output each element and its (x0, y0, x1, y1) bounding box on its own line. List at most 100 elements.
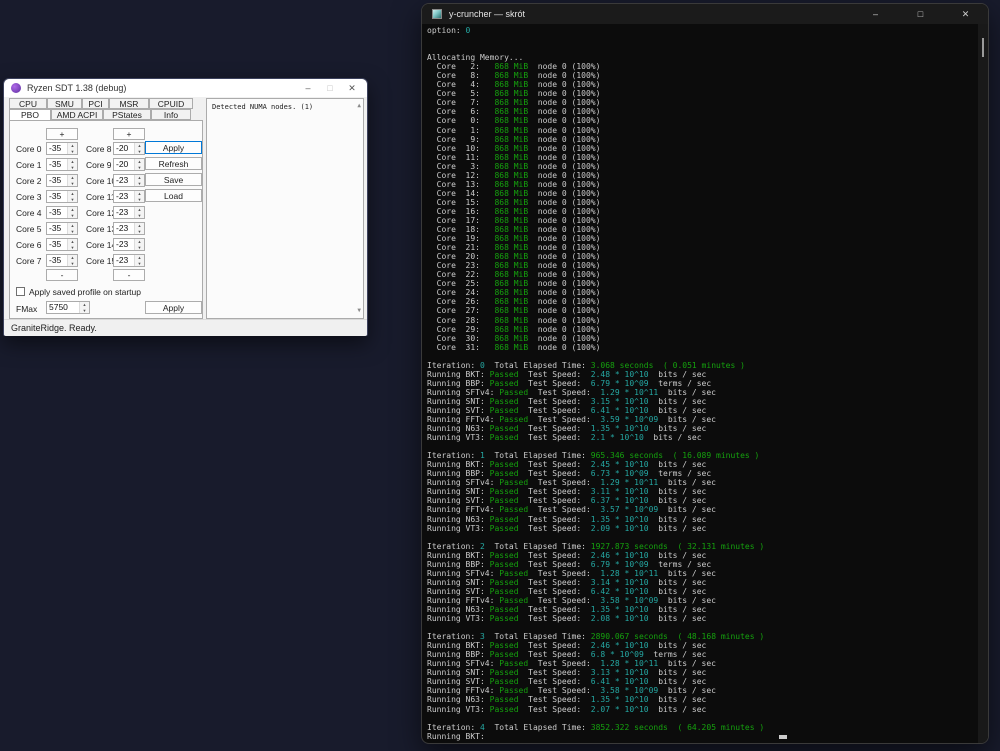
console-line: Core 12: 868 MiB node 0 (100%) (427, 170, 601, 180)
tab-smu[interactable]: SMU (47, 98, 82, 109)
spinner-down-icon[interactable]: ▼ (68, 148, 77, 154)
terminal-scrollbar-thumb[interactable] (982, 38, 984, 57)
ryzen-window-controls: – □ ✕ (297, 79, 363, 97)
tab-cpu[interactable]: CPU (9, 98, 47, 109)
minimize-icon[interactable]: – (297, 79, 319, 97)
fmax-spinner-value[interactable]: 5750 (47, 302, 79, 313)
tab-msr[interactable]: MSR (109, 98, 149, 109)
spinner-down-icon[interactable]: ▼ (68, 196, 77, 202)
core-13-offset-spinner-value[interactable]: -23 (114, 223, 134, 234)
core-3-offset-spinner-value[interactable]: -35 (47, 191, 67, 202)
console-line: Running FFTv4: Passed Test Speed: 3.57 *… (427, 505, 716, 515)
tab-cpuid[interactable]: CPUID (149, 98, 193, 109)
close-icon[interactable]: ✕ (341, 79, 363, 97)
core-label: Core 13 (86, 224, 117, 234)
console-line: Running FFTv4: Passed Test Speed: 3.59 *… (427, 415, 716, 425)
tab-info[interactable]: Info (151, 109, 191, 120)
core-2-offset-spinner: -35 ▲ ▼ (46, 174, 78, 187)
decrement-all-left-button[interactable]: - (46, 269, 78, 281)
core-4-offset-spinner-value[interactable]: -35 (47, 207, 67, 218)
core-8-offset-spinner-value[interactable]: -20 (114, 143, 134, 154)
spinner-down-icon[interactable]: ▼ (135, 164, 144, 170)
spinner-down-icon[interactable]: ▼ (135, 260, 144, 266)
decrement-all-right-button[interactable]: - (113, 269, 145, 281)
numa-log-panel[interactable]: Detected NUMA nodes. (1) ▲ ▼ (206, 98, 364, 319)
spinner-down-icon[interactable]: ▼ (135, 148, 144, 154)
spinner-down-icon[interactable]: ▼ (135, 212, 144, 218)
core-6-offset-spinner: -35 ▲ ▼ (46, 238, 78, 251)
terminal-titlebar[interactable]: y-cruncher — skrót – □ ✕ (422, 4, 988, 24)
spinner-down-icon[interactable]: ▼ (135, 180, 144, 186)
console-line: Core 19: 868 MiB node 0 (100%) (427, 234, 601, 244)
fmax-label: FMax (16, 304, 38, 314)
console-line: Core 15: 868 MiB node 0 (100%) (427, 197, 601, 207)
spinner-down-icon[interactable]: ▼ (80, 307, 89, 313)
scroll-up-icon[interactable]: ▲ (357, 103, 361, 109)
tab-pstates[interactable]: PStates (103, 109, 151, 120)
fmax-apply-button[interactable]: Apply (145, 301, 202, 314)
increment-all-left-button[interactable]: + (46, 128, 78, 140)
spinner-down-icon[interactable]: ▼ (68, 212, 77, 218)
core-8-offset-spinner: -20 ▲ ▼ (113, 142, 145, 155)
spinner-down-icon[interactable]: ▼ (68, 228, 77, 234)
terminal-window: y-cruncher — skrót – □ ✕ option: 0 Alloca… (421, 3, 989, 744)
core-label: Core 6 (16, 240, 42, 250)
console-line: Iteration: 1 Total Elapsed Time: 965.346… (427, 451, 760, 461)
terminal-body[interactable]: option: 0 Allocating Memory... Core 2: 86… (427, 26, 976, 741)
core-15-offset-spinner-value[interactable]: -23 (114, 255, 134, 266)
scroll-down-icon[interactable]: ▼ (357, 308, 361, 314)
console-line: Running BBP: Passed Test Speed: 6.8 * 10… (427, 650, 707, 660)
status-bar: GraniteRidge. Ready. (4, 319, 367, 336)
spinner-down-icon[interactable]: ▼ (135, 244, 144, 250)
core-11-offset-spinner-value[interactable]: -23 (114, 191, 134, 202)
console-line: Core 27: 868 MiB node 0 (100%) (427, 306, 601, 316)
core-14-offset-spinner-value[interactable]: -23 (114, 239, 134, 250)
spinner-down-icon[interactable]: ▼ (135, 196, 144, 202)
core-0-offset-spinner-value[interactable]: -35 (47, 143, 67, 154)
maximize-icon[interactable]: □ (898, 4, 943, 24)
console-line: Core 28: 868 MiB node 0 (100%) (427, 315, 601, 325)
tab-pci[interactable]: PCI (82, 98, 109, 109)
console-line: Core 25: 868 MiB node 0 (100%) (427, 279, 601, 289)
core-label: Core 11 (86, 192, 116, 202)
core-9-offset-spinner-value[interactable]: -20 (114, 159, 134, 170)
core-14-offset-spinner: -23 ▲ ▼ (113, 238, 145, 251)
close-icon[interactable]: ✕ (943, 4, 988, 24)
core-10-offset-spinner: -23 ▲ ▼ (113, 174, 145, 187)
spinner-down-icon[interactable]: ▼ (68, 244, 77, 250)
core-5-offset-spinner-value[interactable]: -35 (47, 223, 67, 234)
save-button[interactable]: Save (145, 173, 202, 186)
spinner-down-icon[interactable]: ▼ (68, 180, 77, 186)
console-line: Core 14: 868 MiB node 0 (100%) (427, 188, 601, 198)
terminal-scrollbar[interactable] (978, 24, 988, 743)
console-line: Running BKT: Passed Test Speed: 2.48 * 1… (427, 369, 707, 379)
spinner-down-icon[interactable]: ▼ (68, 164, 77, 170)
spinner-down-icon[interactable]: ▼ (68, 260, 77, 266)
console-line: Core 13: 868 MiB node 0 (100%) (427, 179, 601, 189)
ryzen-titlebar[interactable]: Ryzen SDT 1.38 (debug) – □ ✕ (4, 79, 367, 97)
load-button[interactable]: Load (145, 189, 202, 202)
minimize-icon[interactable]: – (853, 4, 898, 24)
core-12-offset-spinner-value[interactable]: -23 (114, 207, 134, 218)
core-7-offset-spinner: -35 ▲ ▼ (46, 254, 78, 267)
startup-checkbox[interactable] (16, 287, 25, 296)
console-line: option: 0 (427, 26, 471, 35)
apply-button[interactable]: Apply (145, 141, 202, 154)
core-10-offset-spinner-value[interactable]: -23 (114, 175, 134, 186)
core-label: Core 3 (16, 192, 42, 202)
core-1-offset-spinner-value[interactable]: -35 (47, 159, 67, 170)
increment-all-right-button[interactable]: + (113, 128, 145, 140)
core-7-offset-spinner-value[interactable]: -35 (47, 255, 67, 266)
tab-amd-acpi[interactable]: AMD ACPI (51, 109, 103, 120)
core-2-offset-spinner-value[interactable]: -35 (47, 175, 67, 186)
core-6-offset-spinner-value[interactable]: -35 (47, 239, 67, 250)
console-line: Core 4: 868 MiB node 0 (100%) (427, 80, 601, 90)
console-line: Running SVT: Passed Test Speed: 6.41 * 1… (427, 405, 707, 415)
spinner-down-icon[interactable]: ▼ (135, 228, 144, 234)
console-line: Core 23: 868 MiB node 0 (100%) (427, 261, 601, 271)
refresh-button[interactable]: Refresh (145, 157, 202, 170)
console-line: Core 26: 868 MiB node 0 (100%) (427, 297, 601, 307)
